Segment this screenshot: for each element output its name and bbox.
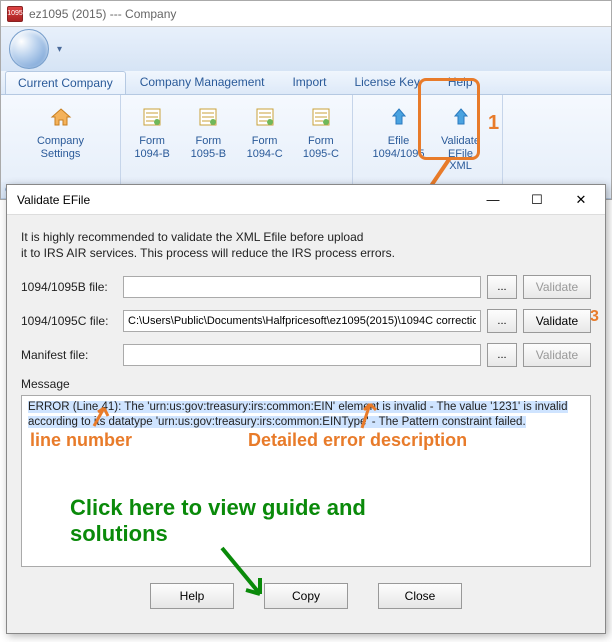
hint-line-2: it to IRS AIR services. This process wil… [21, 245, 591, 261]
titlebar: 1095 ez1095 (2015) --- Company [1, 1, 611, 27]
help-button[interactable]: Help [150, 583, 234, 609]
minimize-button[interactable]: — [471, 186, 515, 214]
annotation-guide: Click here to view guide and solutions [70, 495, 440, 548]
maximize-button[interactable]: ☐ [515, 186, 559, 214]
efile-label: Efile 1094/1095 [373, 135, 425, 160]
quickbar-dropdown-icon[interactable]: ▾ [53, 44, 66, 55]
tab-current-company[interactable]: Current Company [5, 71, 126, 94]
app-menu-orb[interactable] [9, 29, 49, 69]
annotation-marker-3: 3 [590, 308, 599, 326]
form-1095c-button[interactable]: Form 1095-C [298, 101, 344, 162]
message-label: Message [21, 377, 591, 391]
group-forms: Form 1094-B Form 1095-B Form 1094-C [121, 95, 353, 198]
annotation-line-number: line number [30, 430, 132, 451]
upload-icon [385, 103, 413, 131]
form-1094c-label: Form 1094-C [247, 135, 283, 160]
main-window: 1095 ez1095 (2015) --- Company ▾ Current… [0, 0, 612, 200]
annotation-marker-1: 1 [488, 112, 499, 135]
tab-help[interactable]: Help [434, 71, 487, 94]
tab-import[interactable]: Import [278, 71, 340, 94]
form-1095b-button[interactable]: Form 1095-B [185, 101, 231, 162]
form-icon [138, 103, 166, 131]
browse-b-button[interactable]: ... [487, 275, 517, 299]
label-1094-1095b: 1094/1095B file: [21, 280, 117, 294]
dialog-title: Validate EFile [17, 193, 90, 207]
form-icon [251, 103, 279, 131]
annotation-detailed: Detailed error description [248, 430, 467, 451]
label-manifest: Manifest file: [21, 348, 117, 362]
input-manifest[interactable] [123, 344, 481, 366]
app-icon: 1095 [7, 6, 23, 22]
error-line-prefix: ERROR (Line 41): [28, 401, 121, 413]
tab-license-key[interactable]: License Key [340, 71, 433, 94]
input-1094-1095b[interactable] [123, 276, 481, 298]
browse-m-button[interactable]: ... [487, 343, 517, 367]
validate-b-button[interactable]: Validate [523, 275, 591, 299]
tab-company-management[interactable]: Company Management [126, 71, 279, 94]
copy-button[interactable]: Copy [264, 583, 348, 609]
row-1094-1095c: 1094/1095C file: ... Validate [21, 309, 591, 333]
window-title: ez1095 (2015) --- Company [29, 7, 176, 21]
dialog-button-row: Help Copy Close [7, 575, 605, 621]
group-efile: Efile 1094/1095 Validate EFile XML Efile… [353, 95, 503, 198]
label-1094-1095c: 1094/1095C file: [21, 314, 117, 328]
close-dialog-button[interactable]: Close [378, 583, 462, 609]
company-settings-button[interactable]: Company Settings [21, 101, 101, 162]
input-1094-1095c[interactable] [123, 310, 481, 332]
dialog-hint: It is highly recommended to validate the… [21, 229, 591, 261]
form-1094b-button[interactable]: Form 1094-B [129, 101, 175, 162]
dialog-titlebar: Validate EFile — ☐ ✕ [7, 185, 605, 215]
browse-c-button[interactable]: ... [487, 309, 517, 333]
form-icon [307, 103, 335, 131]
close-button[interactable]: ✕ [559, 186, 603, 214]
validate-efile-label: Validate EFile XML [441, 135, 480, 173]
form-1095c-label: Form 1095-C [303, 135, 339, 160]
row-manifest: Manifest file: ... Validate [21, 343, 591, 367]
efile-1094-1095-button[interactable]: Efile 1094/1095 [371, 101, 427, 162]
group-company-settings: Company Settings Company Settings◢ [1, 95, 121, 198]
quick-access-bar: ▾ [1, 27, 611, 71]
form-1094b-label: Form 1094-B [134, 135, 169, 160]
ribbon-tabs: Current Company Company Management Impor… [1, 71, 611, 95]
row-1094-1095b: 1094/1095B file: ... Validate [21, 275, 591, 299]
validate-efile-dialog: Validate EFile — ☐ ✕ It is highly recomm… [6, 184, 606, 634]
hint-line-1: It is highly recommended to validate the… [21, 229, 591, 245]
upload-icon [447, 103, 475, 131]
form-icon [194, 103, 222, 131]
validate-efile-xml-button[interactable]: Validate EFile XML [437, 101, 485, 175]
validate-m-button[interactable]: Validate [523, 343, 591, 367]
company-settings-label: Company Settings [37, 135, 84, 160]
home-icon [47, 103, 75, 131]
form-1094c-button[interactable]: Form 1094-C [242, 101, 288, 162]
validate-c-button[interactable]: Validate [523, 309, 591, 333]
form-1095b-label: Form 1095-B [191, 135, 226, 160]
